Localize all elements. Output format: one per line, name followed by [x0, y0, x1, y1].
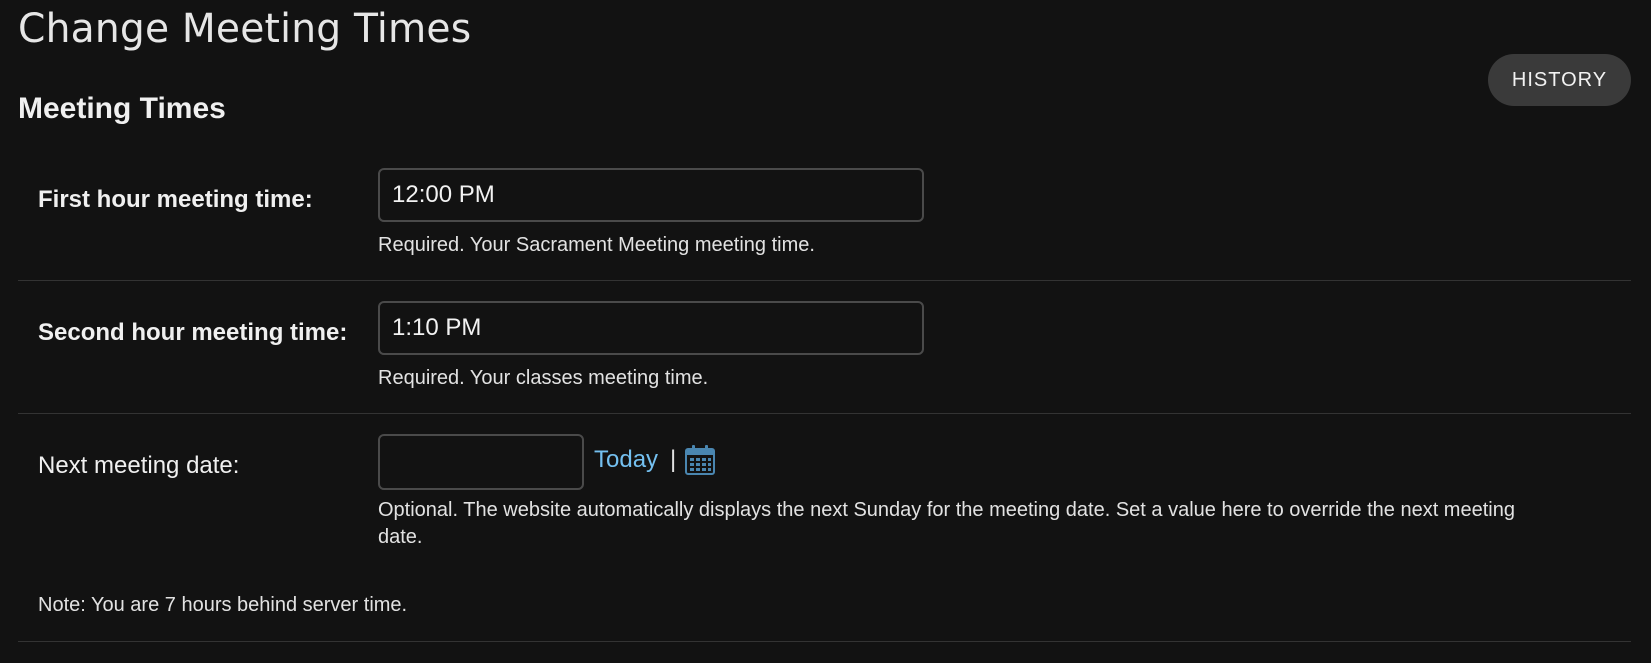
- first-hour-help: Required. Your Sacrament Meeting meeting…: [378, 234, 815, 256]
- section-title: Meeting Times: [18, 92, 226, 125]
- history-button[interactable]: HISTORY: [1488, 54, 1631, 106]
- page-title: Change Meeting Times: [18, 6, 472, 52]
- divider: [18, 641, 1631, 642]
- next-meeting-date-help: Optional. The website automatically disp…: [378, 499, 1515, 548]
- next-meeting-date-input[interactable]: [378, 434, 584, 490]
- second-hour-help: Required. Your classes meeting time.: [378, 367, 709, 389]
- divider: [18, 413, 1631, 414]
- first-hour-input[interactable]: [378, 168, 924, 222]
- separator: |: [670, 446, 677, 473]
- second-hour-label: Second hour meeting time:: [38, 319, 348, 346]
- today-link[interactable]: Today: [594, 446, 658, 474]
- server-time-note: Note: You are 7 hours behind server time…: [38, 594, 408, 616]
- divider: [18, 280, 1631, 281]
- first-hour-label: First hour meeting time:: [38, 186, 313, 213]
- next-meeting-date-label: Next meeting date:: [38, 452, 240, 479]
- calendar-icon[interactable]: [684, 444, 716, 476]
- second-hour-input[interactable]: [378, 301, 924, 355]
